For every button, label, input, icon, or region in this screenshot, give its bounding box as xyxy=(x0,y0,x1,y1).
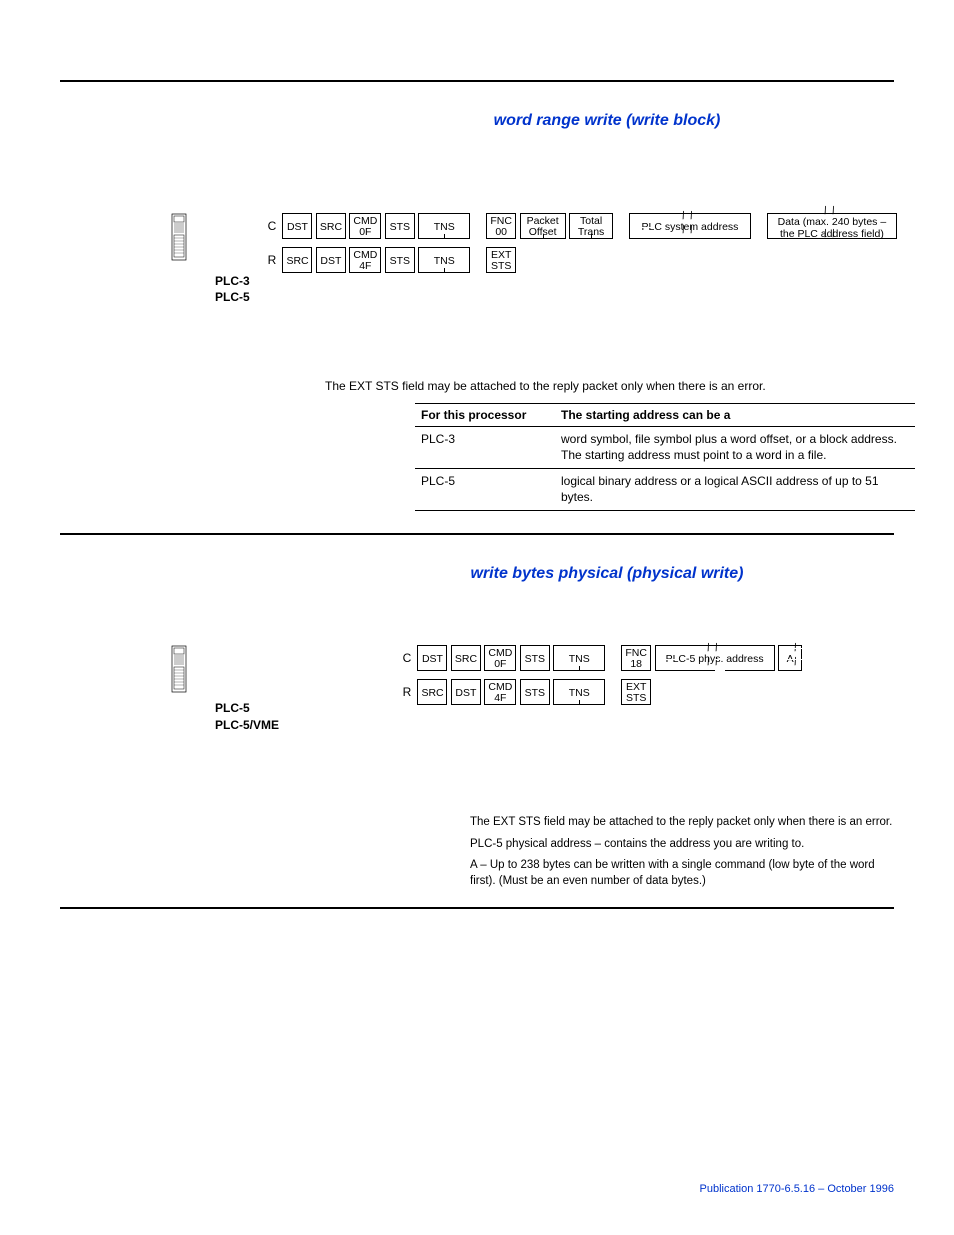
note-text: The EXT STS field may be attached to the… xyxy=(325,379,894,393)
section-title-2: write bytes physical (physical write) xyxy=(320,565,894,583)
pkt-cell: FNC 18 xyxy=(621,645,651,671)
publication-footer: Publication 1770-6.5.16 – October 1996 xyxy=(700,1183,894,1195)
pkt-cell: DST xyxy=(316,247,346,273)
proc-label: PLC-5 xyxy=(215,700,279,716)
pkt-cell: FNC 00 xyxy=(486,213,516,239)
note-text: PLC-5 physical address – contains the ad… xyxy=(470,837,894,853)
pkt-cell: TNS xyxy=(553,679,605,705)
pkt-cell: CMD 0F xyxy=(349,213,381,239)
pkt-cell: DST xyxy=(451,679,481,705)
pkt-cell: STS xyxy=(385,213,415,239)
row-label-c: C xyxy=(400,651,414,665)
pkt-cell-var: ////PLC-5 phys. address xyxy=(655,645,775,671)
pkt-cell: SRC xyxy=(451,645,481,671)
pkt-cell: STS xyxy=(520,645,550,671)
proc-label: PLC-5 xyxy=(215,289,250,305)
table-row: PLC-3 word symbol, file symbol plus a wo… xyxy=(415,427,915,469)
pkt-cell: DST xyxy=(417,645,447,671)
pkt-cell: TNS xyxy=(418,247,470,273)
pkt-cell: CMD 0F xyxy=(484,645,516,671)
pkt-cell: SRC xyxy=(282,247,312,273)
note-text: The EXT STS field may be attached to the… xyxy=(470,815,894,831)
proc-label: PLC-3 xyxy=(215,273,250,289)
pkt-cell: STS xyxy=(520,679,550,705)
chip-icon xyxy=(170,645,188,698)
pkt-cell: EXT STS xyxy=(621,679,651,705)
pkt-cell: CMD 4F xyxy=(349,247,381,273)
pkt-cell: STS xyxy=(385,247,415,273)
pkt-cell: SRC xyxy=(417,679,447,705)
pkt-cell: Total Trans xyxy=(569,213,613,239)
table-row: PLC-5 logical binary address or a logica… xyxy=(415,469,915,511)
pkt-cell-var: ////PLC system address xyxy=(629,213,751,239)
row-label-r: R xyxy=(400,685,414,699)
pkt-cell: Packet Offset xyxy=(520,213,566,239)
section-title-1: word range write (write block) xyxy=(320,112,894,130)
row-label-c: C xyxy=(265,219,279,233)
pkt-cell-var: //A xyxy=(778,645,802,671)
pkt-cell: TNS xyxy=(553,645,605,671)
pkt-cell: DST xyxy=(282,213,312,239)
chip-icon xyxy=(170,213,188,266)
address-table: For this processor The starting address … xyxy=(415,403,915,511)
pkt-cell: CMD 4F xyxy=(484,679,516,705)
table-header: For this processor xyxy=(415,404,555,427)
proc-label: PLC-5/VME xyxy=(215,717,279,733)
pkt-cell-var: ////Data (max. 240 bytes – the PLC addre… xyxy=(767,213,897,239)
pkt-cell: EXT STS xyxy=(486,247,516,273)
row-label-r: R xyxy=(265,253,279,267)
table-header: The starting address can be a xyxy=(555,404,915,427)
pkt-cell: TNS xyxy=(418,213,470,239)
note-text: A – Up to 238 bytes can be written with … xyxy=(470,858,894,889)
pkt-cell: SRC xyxy=(316,213,346,239)
